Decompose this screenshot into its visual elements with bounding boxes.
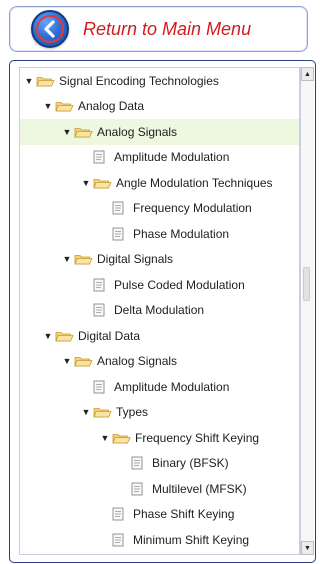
tree-doc-item[interactable]: Binary (BFSK) [20, 451, 299, 477]
document-icon [131, 456, 143, 470]
expand-toggle-icon[interactable]: ▼ [24, 76, 34, 86]
tree-folder-item[interactable]: ▼ Signal Encoding Technologies [20, 68, 299, 94]
tree-item-label: Analog Signals [97, 124, 178, 139]
tree-folder-item[interactable]: ▼ Analog Signals [20, 119, 299, 145]
tree-item-label: Pulse Coded Modulation [114, 277, 245, 292]
tree-doc-item[interactable]: Multilevel (MFSK) [20, 476, 299, 502]
expand-toggle-icon[interactable]: ▼ [43, 101, 53, 111]
tree-item-label: Analog Signals [97, 354, 178, 369]
tree-item-label: Signal Encoding Technologies [59, 73, 219, 88]
folder-open-icon [93, 406, 112, 418]
expand-toggle-icon[interactable]: ▼ [43, 331, 53, 341]
tree-folder-item[interactable]: ▼ Digital Signals [20, 247, 299, 273]
expand-toggle-icon[interactable]: ▼ [81, 178, 91, 188]
tree-item-label: Delta Modulation [114, 303, 205, 318]
tree-doc-item[interactable]: Amplitude Modulation [20, 145, 299, 171]
document-icon [112, 507, 124, 521]
return-to-main-menu-button[interactable]: Return to Main Menu [9, 6, 308, 52]
folder-open-icon [55, 330, 74, 342]
tree-doc-item[interactable]: Phase Modulation [20, 221, 299, 247]
document-icon [112, 533, 124, 547]
tree-item-label: Digital Signals [97, 252, 174, 267]
document-icon [131, 482, 143, 496]
tree-item-label: Amplitude Modulation [114, 379, 230, 394]
app-window: Return to Main Menu ▼ Signal Encoding Tec… [0, 0, 319, 564]
tree-view: ▼ Signal Encoding Technologies ▼ Analog Dat… [19, 67, 300, 555]
scroll-down-button[interactable]: ▼ [301, 541, 314, 555]
folder-open-icon [36, 75, 55, 87]
folder-open-icon [93, 177, 112, 189]
tree-item-label: Types [116, 405, 149, 420]
tree-folder-item[interactable]: ▼ Analog Data [20, 94, 299, 120]
expand-toggle-icon[interactable]: ▼ [62, 254, 72, 264]
tree-doc-item[interactable]: Amplitude Modulation [20, 374, 299, 400]
scroll-up-button[interactable]: ▲ [301, 67, 314, 81]
tree-doc-item[interactable]: Frequency Modulation [20, 196, 299, 222]
tree-folder-item[interactable]: ▼ Types [20, 400, 299, 426]
tree-item-label: Analog Data [78, 99, 145, 114]
return-to-main-menu-label: Return to Main Menu [83, 18, 252, 39]
document-icon [93, 303, 105, 317]
tree-doc-item[interactable]: Phase Shift Keying [20, 502, 299, 528]
tree-item-label: Phase Shift Keying [133, 507, 235, 522]
document-icon [93, 380, 105, 394]
folder-open-icon [74, 126, 93, 138]
expand-toggle-icon[interactable]: ▼ [62, 356, 72, 366]
tree-folder-item[interactable]: ▼ Analog Signals [20, 349, 299, 375]
tree-doc-item[interactable]: Minimum Shift Keying [20, 527, 299, 553]
arrow-up-icon: ▲ [304, 70, 311, 78]
tree-panel: ▼ Signal Encoding Technologies ▼ Analog Dat… [9, 60, 316, 563]
tree-item-label: Amplitude Modulation [114, 150, 230, 165]
tree-item-label: Digital Data [78, 328, 141, 343]
document-icon [93, 150, 105, 164]
vertical-scrollbar[interactable]: ▲ ▼ [300, 67, 314, 555]
folder-open-icon [74, 253, 93, 265]
folder-open-icon [112, 432, 131, 444]
folder-open-icon [74, 355, 93, 367]
expand-toggle-icon[interactable]: ▼ [81, 407, 91, 417]
back-arrow-icon [31, 10, 69, 48]
tree-folder-item[interactable]: ▼ Angle Modulation Techniques [20, 170, 299, 196]
tree-list: ▼ Signal Encoding Technologies ▼ Analog Dat… [20, 68, 299, 553]
tree-item-label: Minimum Shift Keying [133, 532, 250, 547]
expand-toggle-icon[interactable]: ▼ [100, 433, 110, 443]
tree-item-label: Multilevel (MFSK) [152, 481, 247, 496]
tree-folder-item[interactable]: ▼ Frequency Shift Keying [20, 425, 299, 451]
tree-item-label: Frequency Shift Keying [135, 430, 260, 445]
document-icon [93, 278, 105, 292]
tree-doc-item[interactable]: Delta Modulation [20, 298, 299, 324]
expand-toggle-icon[interactable]: ▼ [62, 127, 72, 137]
tree-doc-item[interactable]: Pulse Coded Modulation [20, 272, 299, 298]
tree-folder-item[interactable]: ▼ Digital Data [20, 323, 299, 349]
tree-item-label: Binary (BFSK) [152, 456, 229, 471]
arrow-down-icon: ▼ [304, 544, 311, 552]
scroll-thumb[interactable] [303, 267, 310, 301]
folder-open-icon [55, 100, 74, 112]
document-icon [112, 227, 124, 241]
tree-item-label: Angle Modulation Techniques [116, 175, 273, 190]
tree-item-label: Phase Modulation [133, 226, 230, 241]
document-icon [112, 201, 124, 215]
tree-item-label: Frequency Modulation [133, 201, 252, 216]
